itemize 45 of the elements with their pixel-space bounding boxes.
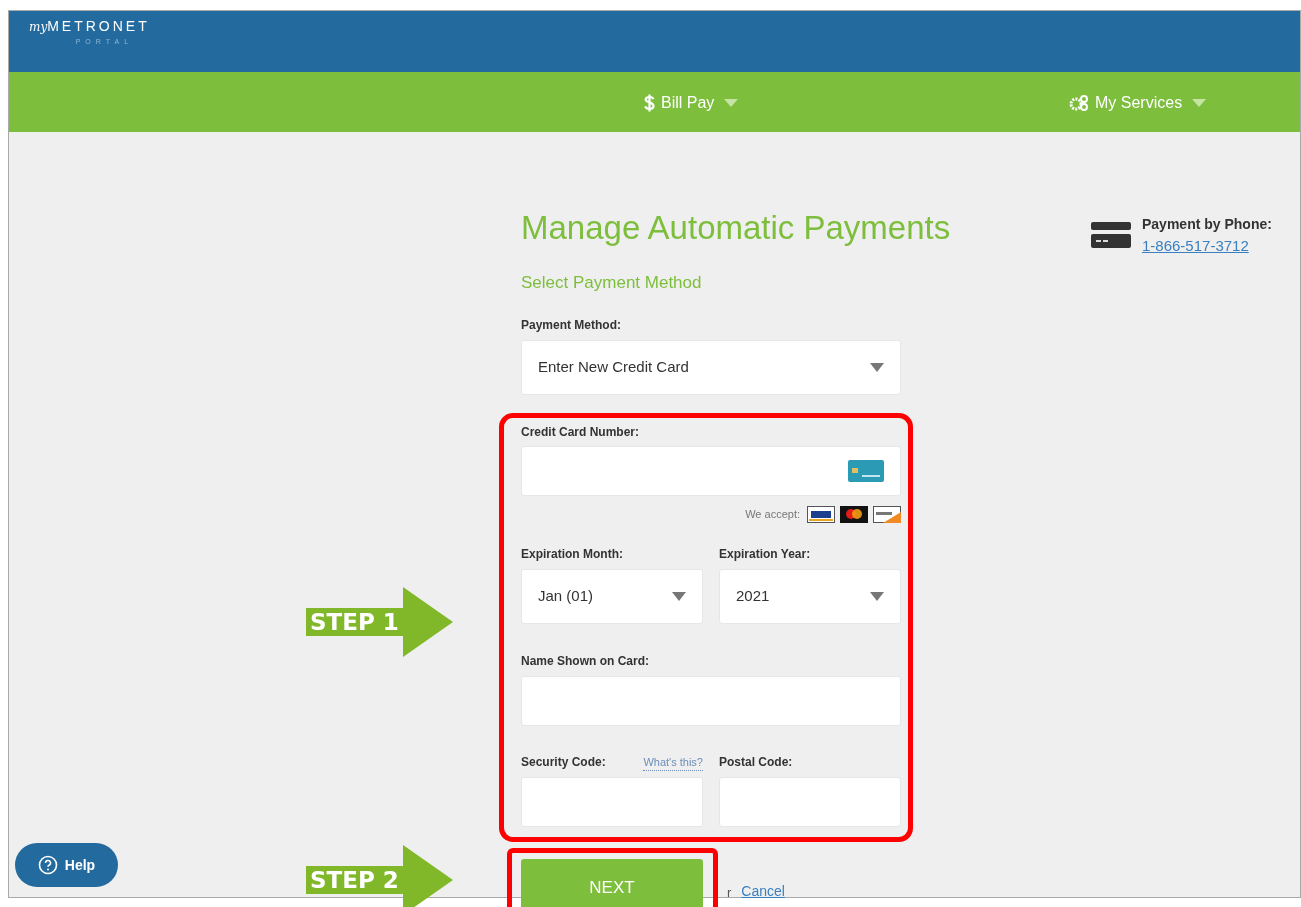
field-label: Payment Method:: [521, 316, 622, 334]
step-label: STEP 1: [306, 608, 403, 636]
caret-icon: [1192, 99, 1207, 107]
input-field[interactable]: [521, 445, 901, 496]
select-field[interactable]: 2021: [719, 568, 901, 624]
phone-link[interactable]: 1-866-517-3712: [1142, 235, 1272, 258]
credit-card-icon: [848, 459, 884, 482]
caret-icon: [672, 591, 686, 601]
field-label: Name Shown on Card:: [521, 652, 650, 670]
logo-script: my: [29, 19, 48, 36]
help-button[interactable]: Help: [15, 843, 118, 887]
field-label: Postal Code:: [719, 753, 794, 771]
select-field[interactable]: Enter New Credit Card: [521, 339, 901, 395]
help-icon: [37, 855, 58, 875]
phone-label: Payment by Phone:: [1142, 215, 1272, 234]
section-heading: Select Payment Method: [521, 272, 703, 294]
step-label: STEP 2: [306, 866, 403, 894]
field-label: Expiration Month:: [521, 545, 624, 563]
gears-icon: [1069, 95, 1089, 111]
or-text: r: [727, 884, 732, 902]
nav-menu[interactable]: Bill Pay: [644, 91, 739, 115]
card-brand-icon: [840, 505, 868, 523]
accept-label: We accept:: [745, 506, 800, 522]
credit-card-icon: [1091, 221, 1131, 250]
card-brand-icon: [807, 505, 835, 523]
arrow-icon: [400, 845, 453, 907]
field-label: Credit Card Number:: [521, 423, 640, 441]
card-brand-icon: [873, 505, 901, 523]
logo-text: METRONET: [47, 17, 150, 36]
input-field[interactable]: [521, 675, 901, 726]
page-title: Manage Automatic Payments: [521, 208, 951, 248]
cancel-link[interactable]: Cancel: [741, 881, 785, 902]
input-field[interactable]: [719, 776, 901, 827]
select-field[interactable]: Jan (01): [521, 568, 703, 624]
dollar-icon: [644, 94, 655, 112]
caret-icon: [870, 362, 884, 372]
next-button[interactable]: NEXT: [521, 859, 703, 907]
arrow-icon: [400, 587, 453, 657]
field-label: Expiration Year:: [719, 545, 812, 563]
caret-icon: [870, 591, 884, 601]
help-link[interactable]: What's this?: [643, 753, 703, 771]
caret-icon: [724, 99, 739, 107]
input-field[interactable]: [521, 777, 703, 827]
nav-menu[interactable]: My Services: [1069, 91, 1207, 115]
field-label: Security Code:: [521, 753, 606, 771]
